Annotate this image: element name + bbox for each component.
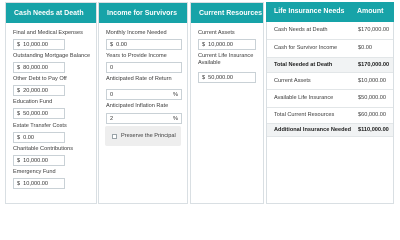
summary-row-cash-needs: Cash Needs at Death $170,000.00: [267, 22, 393, 40]
summary-col-amount: Amount: [357, 8, 384, 15]
charitable-contributions-input[interactable]: $10,000.00: [13, 155, 65, 166]
preserve-principal-option[interactable]: Preserve the Principal: [105, 126, 181, 146]
summary-row-additional-insurance: Additional Insurance Needed $110,000.00: [267, 124, 393, 137]
emergency-fund-input[interactable]: $10,000.00: [13, 178, 65, 189]
percent-suffix: %: [173, 115, 178, 122]
final-medical-expenses-label: Final and Medical Expenses: [13, 30, 83, 36]
monthly-income-label: Monthly Income Needed: [106, 30, 167, 36]
preserve-principal-checkbox[interactable]: [112, 133, 117, 139]
education-fund-input[interactable]: $50,000.00: [13, 108, 65, 119]
charitable-contributions-label: Charitable Contributions: [13, 146, 74, 152]
current-resources-header: Current Resources: [191, 3, 263, 23]
life-insurance-input[interactable]: $50,000.00: [198, 72, 256, 83]
mortgage-balance-input[interactable]: $80,000.00: [13, 62, 65, 73]
summary-row-current-assets: Current Assets $10,000.00: [267, 73, 393, 90]
years-income-input[interactable]: 0: [106, 62, 182, 73]
cash-needs-panel: Cash Needs at Death Final and Medical Ex…: [5, 2, 97, 204]
other-debt-input[interactable]: $20,000.00: [13, 85, 65, 96]
rate-of-return-label: Anticipated Rate of Return: [106, 76, 172, 82]
current-assets-label: Current Assets: [198, 30, 235, 36]
inflation-rate-input[interactable]: 2 %: [106, 113, 182, 124]
estate-transfer-label: Estate Transfer Costs: [13, 123, 67, 129]
life-insurance-label-line2: Available: [198, 60, 221, 66]
education-fund-label: Education Fund: [13, 99, 53, 105]
years-income-label: Years to Provide Income: [106, 53, 167, 59]
preserve-principal-label: Preserve the Principal: [121, 133, 176, 139]
summary-row-life-insurance: Available Life Insurance $50,000.00: [267, 90, 393, 108]
income-survivors-panel: Income for Survivors Monthly Income Need…: [98, 2, 188, 204]
emergency-fund-label: Emergency Fund: [13, 169, 56, 175]
current-assets-input[interactable]: $10,000.00: [198, 39, 256, 50]
final-medical-expenses-input[interactable]: $10,000.00: [13, 39, 65, 50]
summary-header: Life Insurance Needs Amount: [266, 2, 394, 22]
percent-suffix: %: [173, 91, 178, 98]
summary-row-total-resources: Total Current Resources $60,000.00: [267, 108, 393, 124]
inflation-rate-label: Anticipated Inflation Rate: [106, 103, 169, 109]
income-survivors-header: Income for Survivors: [99, 3, 187, 23]
summary-table: Cash Needs at Death $170,000.00 Cash for…: [266, 22, 394, 204]
summary-row-total-needed: Total Needed at Death $170,000.00: [267, 58, 393, 73]
cash-needs-header: Cash Needs at Death: [6, 3, 96, 23]
current-resources-panel: Current Resources Current Assets $10,000…: [190, 2, 264, 204]
monthly-income-input[interactable]: $0.00: [106, 39, 182, 50]
other-debt-label: Other Debt to Pay Off: [13, 76, 67, 82]
estate-transfer-input[interactable]: $0.00: [13, 132, 65, 143]
rate-of-return-input[interactable]: 0 %: [106, 89, 182, 100]
life-insurance-label-line1: Current Life Insurance: [198, 53, 254, 59]
summary-col-needs: Life Insurance Needs: [274, 8, 345, 15]
mortgage-balance-label: Outstanding Mortgage Balance: [13, 53, 91, 59]
summary-row-survivor-income: Cash for Survivor Income $0.00: [267, 40, 393, 58]
